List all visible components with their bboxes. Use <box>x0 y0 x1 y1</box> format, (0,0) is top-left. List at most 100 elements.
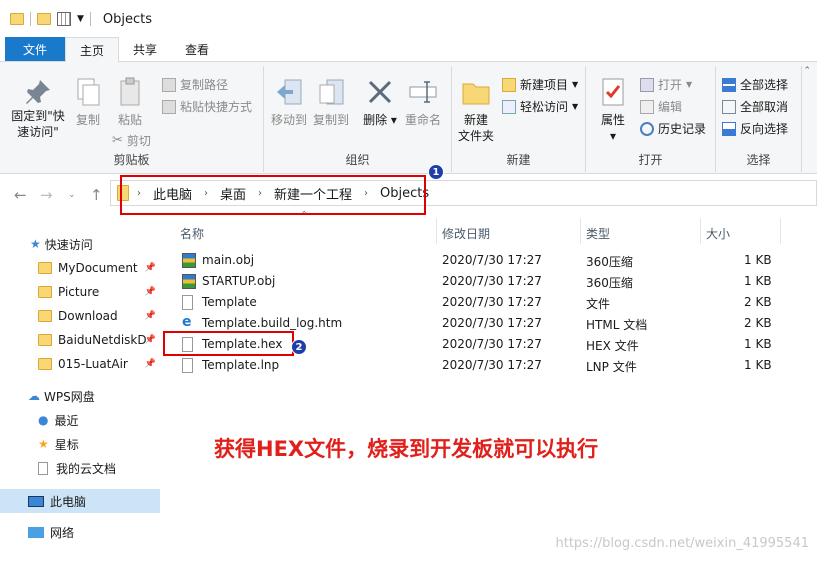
copy-to-label: 复制到 <box>312 113 349 127</box>
copy-path-button[interactable]: 复制路径 <box>162 76 228 93</box>
delete-button[interactable]: 删除 ▾ <box>360 76 400 128</box>
starred-label: 星标 <box>54 437 79 452</box>
edit-button[interactable]: 编辑 <box>640 98 682 115</box>
select-all-button[interactable]: 全部选择 <box>722 76 788 93</box>
chevron-down-icon[interactable]: ▼ <box>77 14 84 24</box>
file-date: 2020/7/30 17:27 <box>442 316 542 330</box>
rename-icon <box>409 81 437 103</box>
pin-label: 固定到"快 速访问" <box>11 109 65 139</box>
recent-label: 最近 <box>54 413 79 428</box>
move-to-button[interactable]: 移动到 <box>268 76 310 128</box>
column-header-size[interactable]: 大小 <box>706 222 730 244</box>
tab-file[interactable]: 文件 <box>5 37 65 61</box>
new-folder-label: 新建 文件夹 <box>457 113 494 143</box>
window-title: Objects <box>102 11 153 27</box>
recent-locations-icon[interactable]: ⌄ <box>68 190 76 200</box>
folder-icon <box>38 262 52 274</box>
table-row[interactable]: Template 2020/7/30 17:27 文件 2 KB <box>178 292 778 313</box>
forward-arrow-icon[interactable]: → <box>40 186 53 204</box>
easy-access-button[interactable]: 轻松访问 ▼ <box>502 98 578 115</box>
table-row[interactable]: main.obj 2020/7/30 17:27 360压缩 1 KB <box>178 250 778 271</box>
table-row[interactable]: Template.lnp 2020/7/30 17:27 LNP 文件 1 KB <box>178 355 778 376</box>
open-button[interactable]: 打开 ▼ <box>640 76 692 93</box>
file-type: 360压缩 <box>586 276 633 290</box>
folder-icon <box>38 286 52 298</box>
copy-button[interactable]: 复制 <box>70 76 106 128</box>
ribbon: 固定到"快 速访问" 复制 粘贴 复制路径 粘贴快捷方式 ✂ 剪切 剪贴板 移动到… <box>0 62 817 174</box>
sidebar-item-network[interactable]: 网络 <box>0 520 160 544</box>
folder-icon <box>38 358 52 370</box>
quick-access-toolbar: ▼ <box>10 12 91 26</box>
quick-access-label: 快速访问 <box>44 237 93 252</box>
network-icon <box>28 526 44 538</box>
group-new: 新建 文件夹 新建项目 ▼ 轻松访问 ▼ 新建 <box>452 66 586 172</box>
new-item-button[interactable]: 新建项目 ▼ <box>502 76 578 93</box>
sidebar-item-cloud-docs[interactable]: 我的云文档 <box>0 456 160 480</box>
tab-view[interactable]: 查看 <box>171 37 223 61</box>
pin-icon <box>26 80 50 104</box>
properties-button[interactable]: 属性 ▾ <box>592 76 634 144</box>
column-divider <box>700 218 701 244</box>
paste-shortcut-button[interactable]: 粘贴快捷方式 <box>162 98 252 115</box>
paste-label: 粘贴 <box>117 113 142 127</box>
star-icon: ★ <box>30 237 41 251</box>
copy-to-button[interactable]: 复制到 <box>310 76 352 128</box>
watermark: https://blog.csdn.net/weixin_41995541 <box>555 536 809 551</box>
column-header-type[interactable]: 类型 <box>586 222 610 244</box>
history-button[interactable]: 历史记录 <box>640 120 706 137</box>
file-date: 2020/7/30 17:27 <box>442 337 542 351</box>
properties-icon[interactable] <box>57 12 71 26</box>
delete-text: 删除 <box>363 113 388 127</box>
annotation-text: 获得HEX文件，烧录到开发板就可以执行 <box>214 437 599 461</box>
column-header-modified[interactable]: 修改日期 <box>442 222 490 244</box>
select-all-icon <box>722 77 736 92</box>
paste-button[interactable]: 粘贴 <box>112 76 148 128</box>
highlight-hex-file <box>163 331 294 356</box>
file-name: STARTUP.obj <box>202 274 276 288</box>
file-name: main.obj <box>202 253 255 267</box>
cloud-icon: ☁ <box>28 389 40 403</box>
column-header-name[interactable]: 名称 <box>180 222 204 244</box>
properties-text: 属性 <box>600 113 625 127</box>
pin-quick-access-button[interactable]: 固定到"快 速访问" <box>8 76 68 140</box>
file-date: 2020/7/30 17:27 <box>442 295 542 309</box>
sidebar-item-starred[interactable]: ★ 星标 <box>0 432 160 456</box>
badge-2: 2 <box>291 339 307 355</box>
copy-icon <box>77 78 100 106</box>
folder-icon <box>462 83 490 105</box>
rename-button[interactable]: 重命名 <box>402 76 444 128</box>
select-none-button[interactable]: 全部取消 <box>722 98 788 115</box>
file-date: 2020/7/30 17:27 <box>442 358 542 372</box>
scissors-icon: ✂ <box>112 133 123 148</box>
sidebar-item-mydocument[interactable]: MyDocument 📌 <box>0 256 160 280</box>
sidebar-item-quick-access[interactable]: ★ 快速访问 <box>0 232 160 256</box>
new-folder-button[interactable]: 新建 文件夹 <box>456 76 496 144</box>
group-label-clipboard: 剪贴板 <box>113 153 150 167</box>
tab-share[interactable]: 共享 <box>119 37 171 61</box>
document-icon <box>38 461 48 475</box>
star-icon: ★ <box>38 437 49 451</box>
tab-home[interactable]: 主页 <box>65 37 120 62</box>
table-row[interactable]: STARTUP.obj 2020/7/30 17:27 360压缩 1 KB <box>178 271 778 292</box>
new-folder-icon[interactable] <box>37 13 51 25</box>
new-item-icon <box>502 77 516 92</box>
ribbon-collapse-icon[interactable]: ⌃ <box>803 66 811 76</box>
up-arrow-icon[interactable]: ↑ <box>90 186 103 204</box>
pin-icon: 📌 <box>144 311 156 321</box>
divider <box>30 12 31 26</box>
ie-icon: e <box>182 314 192 330</box>
cut-button[interactable]: ✂ 剪切 <box>112 132 151 149</box>
file-name: Template <box>202 295 257 309</box>
invert-selection-button[interactable]: 反向选择 <box>722 120 788 137</box>
network-label: 网络 <box>50 525 75 540</box>
sidebar-item-picture[interactable]: Picture 📌 <box>0 280 160 304</box>
sidebar-item-this-pc[interactable]: 此电脑 <box>0 489 160 513</box>
sidebar-item-wps[interactable]: ☁ WPS网盘 <box>0 384 160 408</box>
sidebar-item-recent[interactable]: ● 最近 <box>0 408 160 432</box>
sidebar-item-download[interactable]: Download 📌 <box>0 304 160 328</box>
file-icon <box>182 295 193 310</box>
sidebar-item-luatair[interactable]: 015-LuatAir 📌 <box>0 352 160 376</box>
this-pc-label: 此电脑 <box>50 494 87 509</box>
back-arrow-icon[interactable]: ← <box>14 186 27 204</box>
sidebar-item-baidunetdisk[interactable]: BaiduNetdiskD 📌 <box>0 328 160 352</box>
